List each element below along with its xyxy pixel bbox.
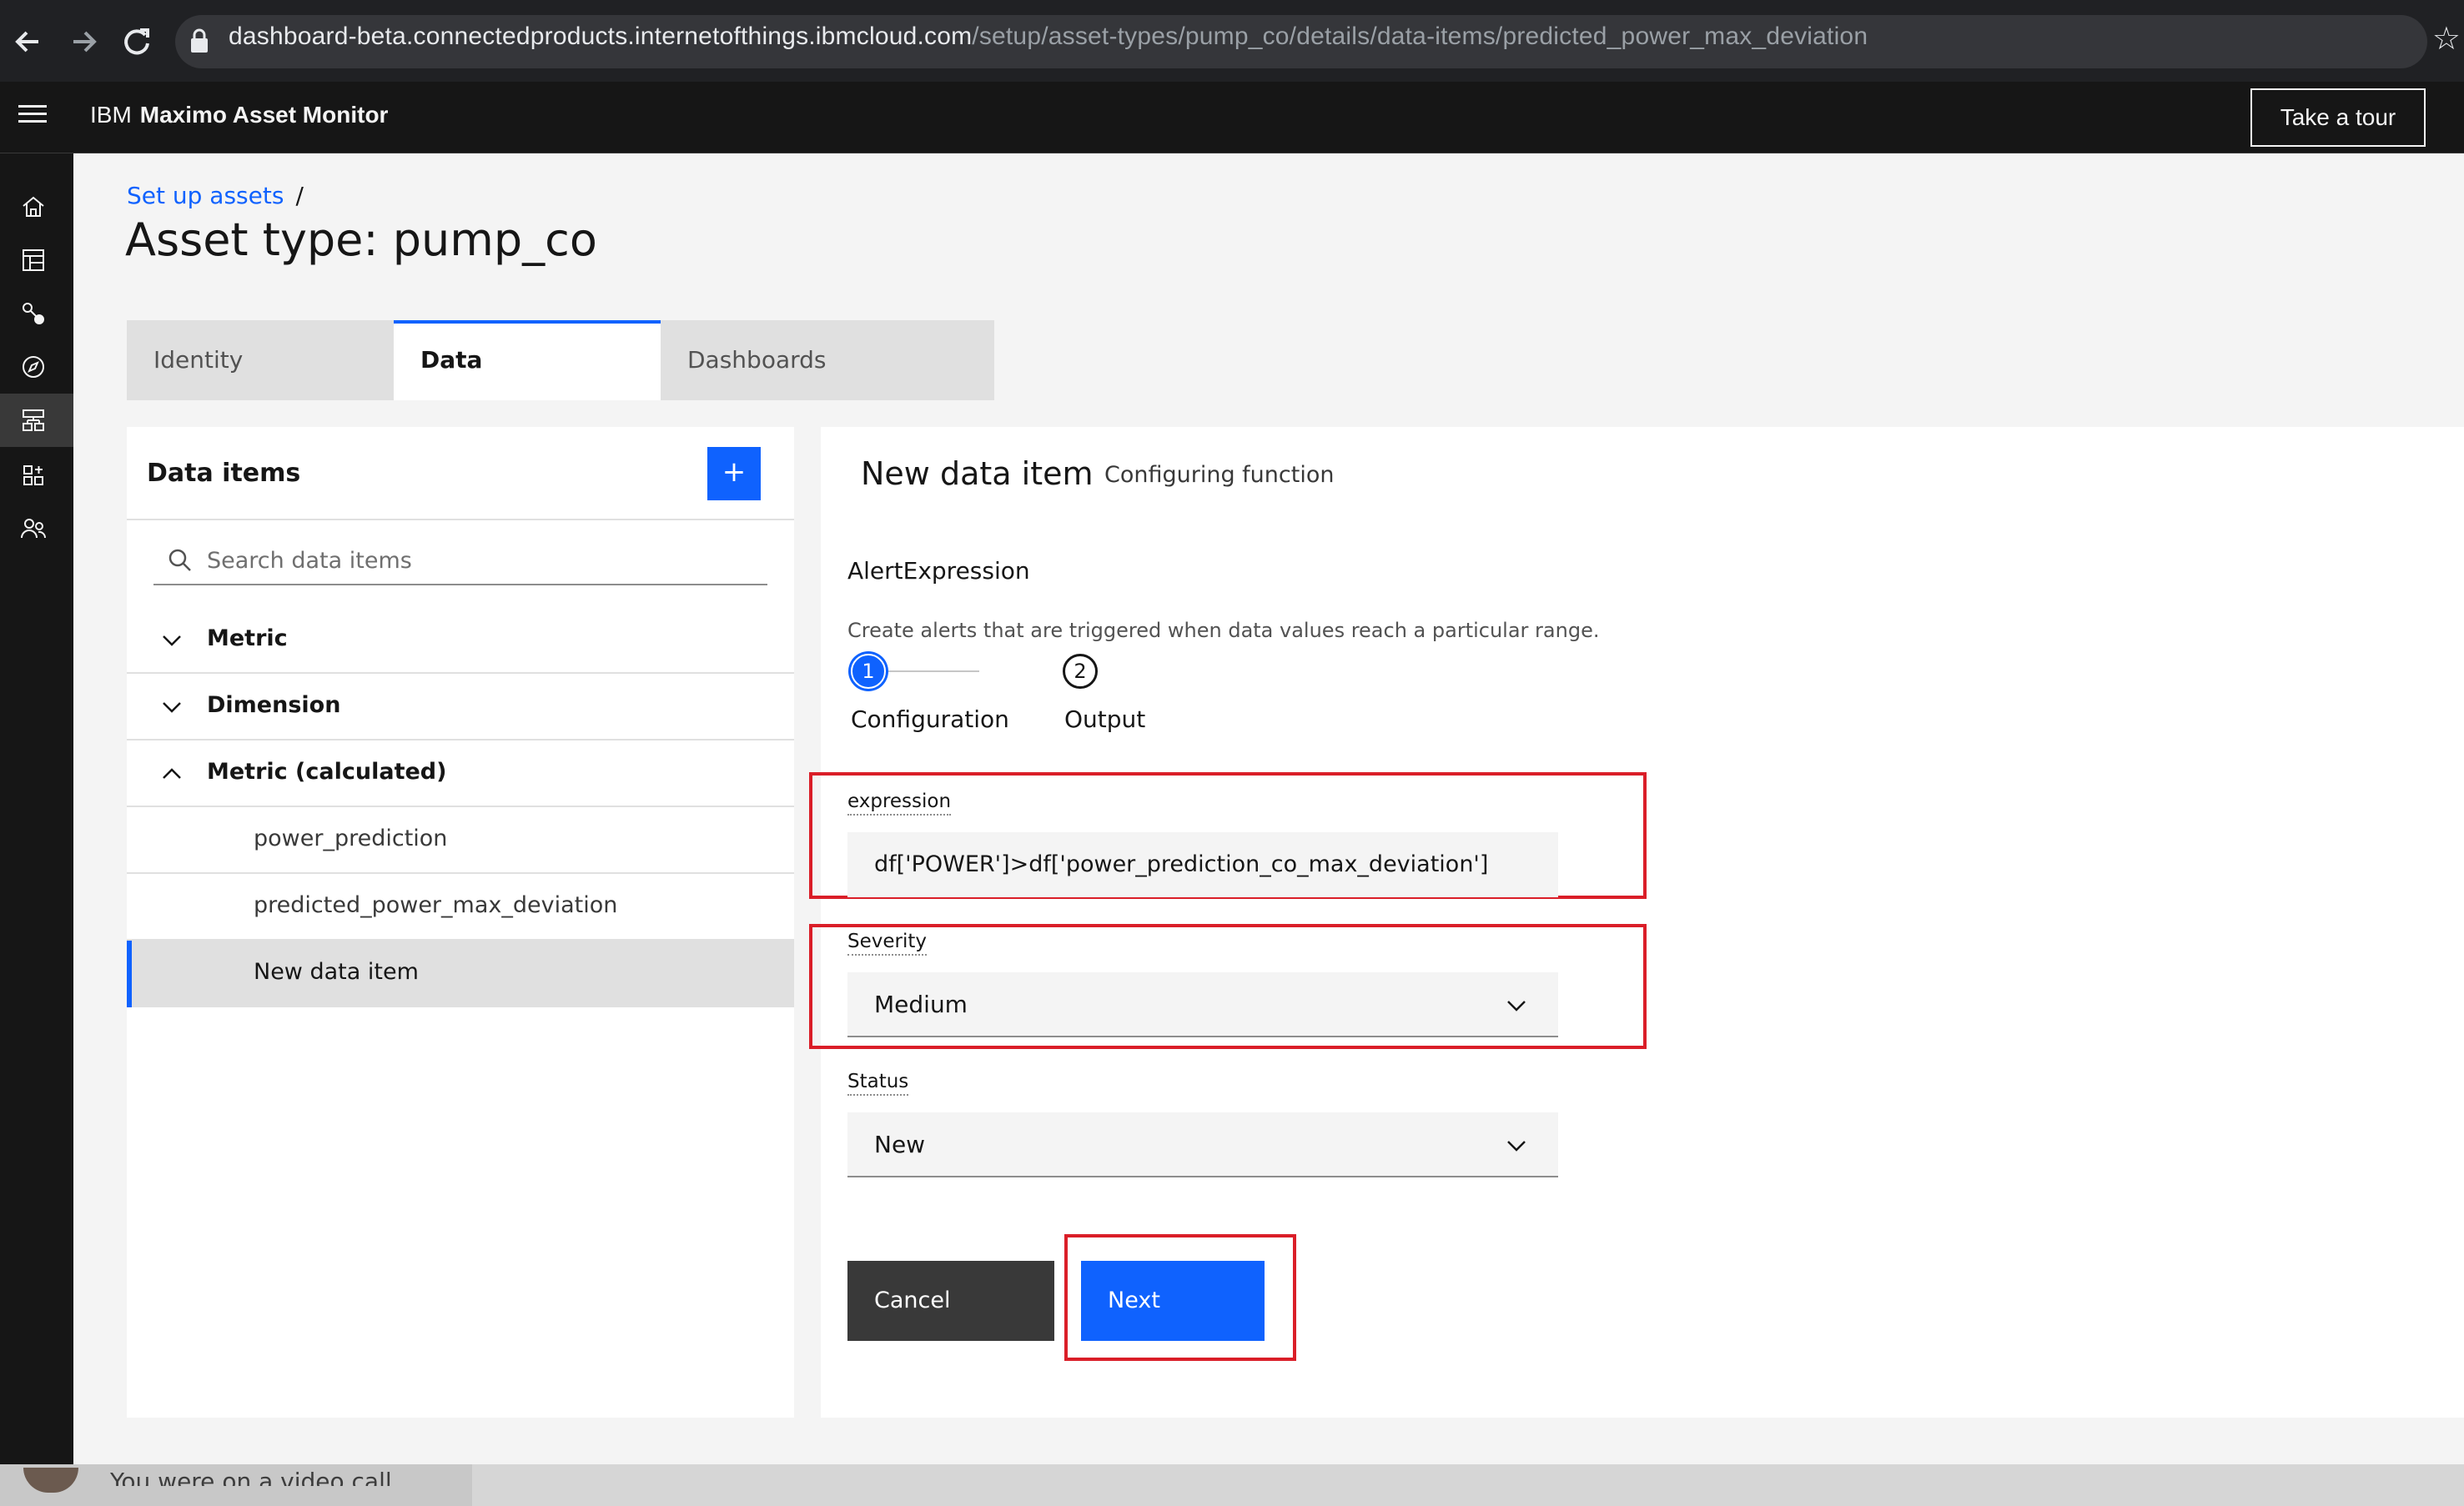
data-items-panel: Data items + Metric Dimension Metric (ca… bbox=[127, 427, 794, 1418]
list-item-label: predicted_power_max_deviation bbox=[254, 892, 618, 918]
brand-product: Maximo Asset Monitor bbox=[139, 102, 389, 128]
breadcrumb-separator: / bbox=[295, 182, 304, 209]
severity-label: Severity bbox=[847, 931, 927, 956]
form-title: New data item bbox=[861, 455, 1094, 492]
divider bbox=[127, 519, 794, 520]
status-select[interactable]: New bbox=[847, 1112, 1558, 1177]
take-a-tour-button[interactable]: Take a tour bbox=[2250, 88, 2426, 147]
severity-select[interactable]: Medium bbox=[847, 972, 1558, 1037]
new-data-item-panel: New data item Configuring function Alert… bbox=[809, 427, 2464, 1418]
url-host: dashboard-beta.connectedproducts.interne… bbox=[229, 23, 973, 50]
function-name: AlertExpression bbox=[847, 557, 1030, 585]
users-icon[interactable] bbox=[18, 514, 48, 544]
expression-label: expression bbox=[847, 791, 952, 816]
browser-toolbar: dashboard-beta.connectedproducts.interne… bbox=[0, 0, 2464, 82]
home-icon[interactable] bbox=[18, 192, 48, 222]
status-value: New bbox=[874, 1131, 926, 1158]
left-nav bbox=[0, 153, 73, 1464]
progress-line bbox=[872, 670, 979, 672]
status-label: Status bbox=[847, 1071, 909, 1096]
table-icon[interactable] bbox=[18, 245, 48, 275]
tree-group-label: Metric (calculated) bbox=[207, 759, 447, 785]
search-box bbox=[153, 535, 767, 585]
tab-data[interactable]: Data bbox=[394, 320, 661, 400]
chevron-down-icon bbox=[1505, 994, 1528, 1017]
breadcrumb-set-up-assets[interactable]: Set up assets bbox=[127, 182, 284, 209]
next-button[interactable]: Next bbox=[1081, 1261, 1265, 1341]
tree-group-label: Metric bbox=[207, 625, 288, 651]
reload-icon[interactable] bbox=[113, 18, 160, 65]
chevron-down-icon bbox=[160, 629, 184, 652]
connection-icon[interactable] bbox=[18, 299, 48, 329]
chevron-up-icon bbox=[160, 762, 184, 786]
step-2-indicator: 2 bbox=[1063, 654, 1098, 689]
page-title: Asset type: pump_co bbox=[125, 213, 597, 266]
tab-list: Identity Data Dashboards bbox=[127, 320, 994, 400]
list-item-selected[interactable]: New data item bbox=[127, 941, 794, 1007]
severity-value: Medium bbox=[874, 991, 968, 1018]
cancel-button[interactable]: Cancel bbox=[847, 1261, 1054, 1341]
chevron-down-icon bbox=[160, 695, 184, 719]
step-label-configuration: Configuration bbox=[851, 705, 1009, 733]
tree-group-label: Dimension bbox=[207, 692, 341, 718]
product-name[interactable]: IBM Maximo Asset Monitor bbox=[90, 102, 388, 128]
step-label-output: Output bbox=[1064, 705, 1146, 733]
list-item[interactable]: power_prediction bbox=[127, 807, 794, 874]
list-item[interactable]: predicted_power_max_deviation bbox=[127, 874, 794, 941]
tab-dashboards[interactable]: Dashboards bbox=[661, 320, 994, 400]
brand-ibm: IBM bbox=[90, 102, 132, 128]
list-item-label: New data item bbox=[254, 959, 419, 985]
search-input[interactable] bbox=[207, 542, 749, 579]
url-path: /setup/asset-types/pump_co/details/data-… bbox=[972, 23, 1868, 50]
search-icon bbox=[167, 547, 194, 574]
tab-identity[interactable]: Identity bbox=[127, 320, 394, 400]
data-items-title: Data items bbox=[147, 459, 301, 488]
tree-group-metric-calculated[interactable]: Metric (calculated) bbox=[127, 740, 794, 807]
breadcrumb: Set up assets / bbox=[127, 182, 304, 209]
data-structure-icon[interactable] bbox=[0, 394, 73, 447]
system-notification-strip: You were on a video call bbox=[0, 1464, 2464, 1506]
step-1-indicator: 1 bbox=[851, 654, 886, 689]
bookmark-star-icon[interactable]: ☆ bbox=[2432, 20, 2461, 57]
compass-icon[interactable] bbox=[18, 352, 48, 382]
app-header: IBM Maximo Asset Monitor Take a tour bbox=[0, 82, 2464, 153]
apps-icon[interactable] bbox=[18, 460, 48, 490]
function-description: Create alerts that are triggered when da… bbox=[847, 619, 1600, 642]
lock-icon bbox=[190, 28, 209, 53]
form-subtitle: Configuring function bbox=[1104, 462, 1335, 488]
forward-arrow-icon[interactable] bbox=[60, 18, 107, 65]
expression-input[interactable] bbox=[847, 832, 1558, 897]
list-item-label: power_prediction bbox=[254, 826, 448, 851]
chevron-down-icon bbox=[1505, 1134, 1528, 1157]
notification-text: You were on a video call bbox=[110, 1468, 392, 1486]
url-text[interactable]: dashboard-beta.connectedproducts.interne… bbox=[229, 23, 1868, 51]
hamburger-menu-icon[interactable] bbox=[18, 105, 48, 130]
back-arrow-icon[interactable] bbox=[5, 18, 52, 65]
tree-group-metric[interactable]: Metric bbox=[127, 607, 794, 674]
add-data-item-button[interactable]: + bbox=[707, 447, 761, 500]
tree-group-dimension[interactable]: Dimension bbox=[127, 674, 794, 740]
